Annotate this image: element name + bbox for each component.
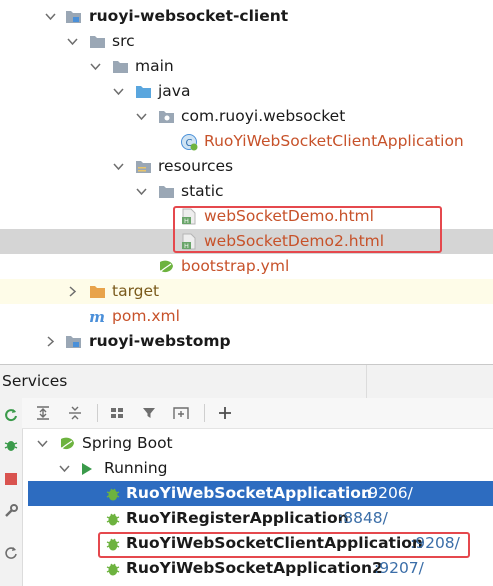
service-name: RuoYiRegisterApplication <box>126 509 349 527</box>
service-row[interactable]: RuoYiWebSocketApplication2 :9207/ <box>22 556 493 581</box>
node-label: Spring Boot <box>82 434 173 452</box>
services-side-toolbar <box>0 398 23 586</box>
debug-icon[interactable] <box>1 434 21 456</box>
services-node-spring-boot[interactable]: Spring Boot <box>22 431 493 456</box>
chevron-right-icon[interactable] <box>44 329 56 354</box>
node-label: Running <box>104 459 168 477</box>
services-title: Services <box>2 372 68 390</box>
chevron-down-icon[interactable] <box>112 79 124 104</box>
target-folder-icon <box>88 279 106 304</box>
service-name: RuoYiWebSocketApplication <box>126 484 372 502</box>
stop-icon[interactable] <box>1 468 21 490</box>
service-port-link[interactable]: :9206/ <box>363 481 413 506</box>
svg-text:m: m <box>89 309 105 325</box>
collapse-all-icon[interactable] <box>64 402 86 424</box>
header-divider <box>366 365 367 399</box>
resources-folder-icon <box>134 154 152 179</box>
tree-row-main[interactable]: main <box>0 54 493 79</box>
folder-label: static <box>181 182 224 200</box>
run-config-icon <box>104 531 122 556</box>
refresh-icon[interactable] <box>1 542 21 564</box>
java-source-folder-icon <box>134 79 152 104</box>
spring-boot-icon <box>58 431 76 456</box>
folder-label: src <box>112 32 135 50</box>
spring-boot-class-icon: C <box>180 129 198 154</box>
html-file-icon: H <box>180 229 198 254</box>
folder-label: main <box>135 57 174 75</box>
add-service-icon[interactable] <box>214 402 236 424</box>
tree-row-file-demo[interactable]: H webSocketDemo.html <box>0 204 493 229</box>
chevron-down-icon[interactable] <box>66 29 78 54</box>
folder-icon <box>157 179 175 204</box>
run-config-icon <box>104 506 122 531</box>
chevron-down-icon[interactable] <box>135 104 147 129</box>
folder-label: resources <box>158 157 234 175</box>
service-name: RuoYiWebSocketApplication2 <box>126 559 383 577</box>
services-panel: Spring Boot Running RuoYiWebSocketApplic… <box>0 398 493 586</box>
tree-row-bootstrap[interactable]: bootstrap.yml <box>0 254 493 279</box>
package-label: com.ruoyi.websocket <box>181 107 346 125</box>
module-folder-icon <box>64 329 82 354</box>
module-folder-icon <box>64 4 82 29</box>
tree-row-resources[interactable]: resources <box>0 154 493 179</box>
chevron-down-icon[interactable] <box>36 431 48 456</box>
run-config-icon <box>104 556 122 581</box>
class-label: RuoYiWebSocketClientApplication <box>204 132 464 150</box>
file-label: webSocketDemo.html <box>204 207 374 225</box>
services-top-toolbar <box>22 398 493 429</box>
run-config-icon <box>104 481 122 506</box>
chevron-down-icon[interactable] <box>89 54 101 79</box>
spring-yml-icon <box>157 254 175 279</box>
services-node-running[interactable]: Running <box>22 456 493 481</box>
chevron-down-icon[interactable] <box>44 4 56 29</box>
tree-row-static[interactable]: static <box>0 179 493 204</box>
filter-icon[interactable] <box>138 402 160 424</box>
tree-row-file-demo2[interactable]: H webSocketDemo2.html <box>0 229 493 254</box>
chevron-down-icon[interactable] <box>58 456 70 481</box>
html-file-icon: H <box>180 204 198 229</box>
folder-icon <box>88 29 106 54</box>
service-name: RuoYiWebSocketClientApplication <box>126 534 423 552</box>
folder-label: target <box>112 282 160 300</box>
folder-label: java <box>158 82 191 100</box>
toolbar-separator <box>97 404 98 422</box>
tree-row-pom[interactable]: m pom.xml <box>0 304 493 329</box>
chevron-down-icon[interactable] <box>112 154 124 179</box>
new-tab-icon[interactable] <box>170 402 192 424</box>
service-row[interactable]: RuoYiWebSocketClientApplication :9208/ <box>22 531 493 556</box>
tree-row-app-class[interactable]: C RuoYiWebSocketClientApplication <box>0 129 493 154</box>
tree-row-java[interactable]: java <box>0 79 493 104</box>
file-label: pom.xml <box>112 307 180 325</box>
tree-row-target[interactable]: target <box>0 279 493 304</box>
tree-row-src[interactable]: src <box>0 29 493 54</box>
services-tool-window-header: Services <box>0 364 493 399</box>
chevron-down-icon[interactable] <box>135 179 147 204</box>
toolbar-separator <box>204 404 205 422</box>
service-port-link[interactable]: :9207/ <box>374 556 424 581</box>
module-label: ruoyi-webstomp <box>89 332 231 350</box>
module-label: ruoyi-websocket-client <box>89 7 289 25</box>
group-by-icon[interactable] <box>106 402 128 424</box>
svg-text:H: H <box>184 217 189 225</box>
tree-row-package[interactable]: com.ruoyi.websocket <box>0 104 493 129</box>
file-label: bootstrap.yml <box>181 257 290 275</box>
folder-icon <box>111 54 129 79</box>
svg-text:H: H <box>184 242 189 250</box>
service-port-link[interactable]: :8848/ <box>338 506 388 531</box>
service-port-link[interactable]: :9208/ <box>410 531 460 556</box>
service-row[interactable]: RuoYiRegisterApplication :8848/ <box>22 506 493 531</box>
maven-icon: m <box>88 304 106 329</box>
service-row[interactable]: RuoYiWebSocketApplication :9206/ <box>28 481 493 506</box>
project-tree: ruoyi-websocket-client src main java com… <box>0 0 493 364</box>
chevron-right-icon[interactable] <box>66 279 78 304</box>
file-label: webSocketDemo2.html <box>204 232 385 250</box>
tree-row-module-client[interactable]: ruoyi-websocket-client <box>0 4 493 29</box>
rerun-icon[interactable] <box>1 404 21 426</box>
package-icon <box>157 104 175 129</box>
run-triangle-icon <box>78 456 96 481</box>
tree-row-module-webstomp[interactable]: ruoyi-webstomp <box>0 329 493 354</box>
expand-all-icon[interactable] <box>32 402 54 424</box>
wrench-icon[interactable] <box>1 500 21 522</box>
